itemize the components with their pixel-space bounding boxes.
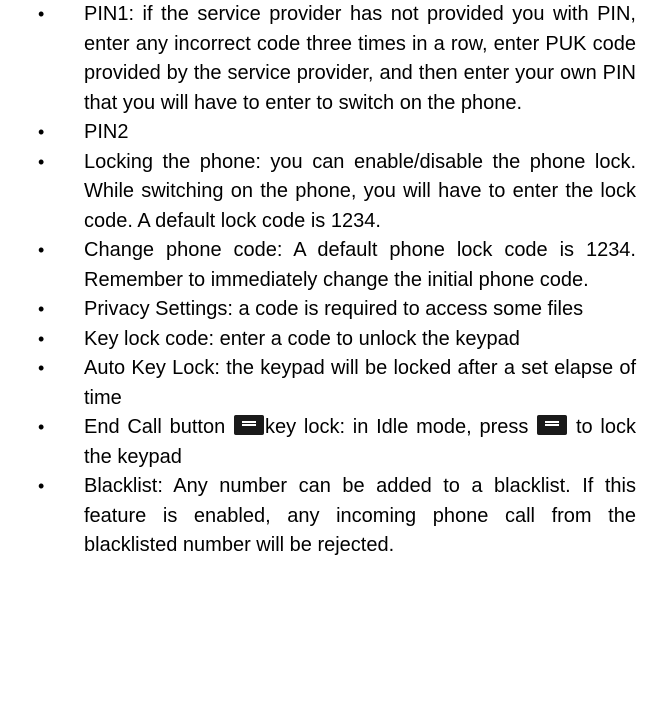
bullet-dot: •: [38, 122, 45, 142]
list-item-text-part: key lock: in Idle mode, press: [264, 416, 537, 438]
bullet-dot: •: [38, 299, 45, 319]
bullet-dot: •: [38, 151, 45, 172]
bullet-dot: •: [38, 417, 45, 437]
list-item-text: Key lock code: enter a code to unlock th…: [84, 327, 520, 350]
list-item-text: Auto Key Lock: the keypad will be locked…: [84, 357, 636, 409]
list-item-pin2: • PIN2: [0, 118, 648, 148]
list-item-key-lock-code: • Key lock code: enter a code to unlock …: [0, 325, 648, 355]
bullet-dot: •: [38, 4, 45, 24]
list-item-end-call-key-lock: • End Call button key lock: in Idle mode…: [0, 413, 648, 472]
list-item-text: Change phone code: A default phone lock …: [84, 239, 636, 291]
list-item-locking-phone: • Locking the phone: you can enable/disa…: [0, 148, 648, 237]
list-item-change-phone-code: • Change phone code: A default phone loc…: [0, 236, 648, 295]
list-item-text: Locking the phone: you can enable/disabl…: [84, 150, 636, 232]
list-item-pin1: • PIN1: if the service provider has not …: [0, 0, 648, 118]
list-item-text: PIN1: if the service provider has not pr…: [84, 3, 636, 114]
bullet-dot: •: [38, 240, 45, 260]
list-item-text: Privacy Settings: a code is required to …: [84, 298, 584, 320]
list-item-auto-key-lock: • Auto Key Lock: the keypad will be lock…: [0, 354, 648, 413]
list-item-privacy-settings: • Privacy Settings: a code is required t…: [0, 295, 648, 325]
bullet-dot: •: [38, 358, 45, 378]
bullet-dot: •: [38, 476, 45, 496]
list-item-blacklist: • Blacklist: Any number can be added to …: [0, 472, 648, 561]
end-call-key-icon: [537, 415, 568, 435]
bullet-dot: •: [38, 328, 45, 349]
settings-bullet-list: • PIN1: if the service provider has not …: [0, 0, 648, 561]
list-item-text: Blacklist: Any number can be added to a …: [84, 475, 636, 556]
list-item-text: PIN2: [84, 121, 129, 143]
list-item-text-part: End Call button: [84, 416, 233, 438]
end-call-key-icon: [233, 415, 264, 435]
